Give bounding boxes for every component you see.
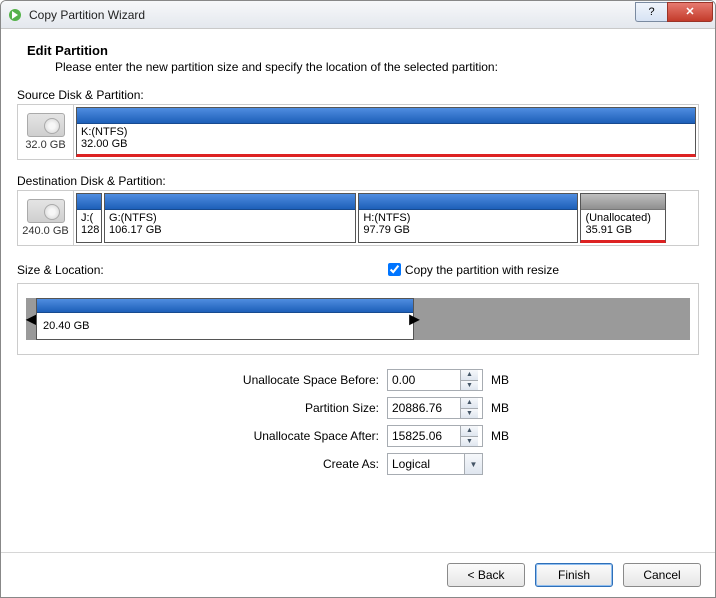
- hdd-icon: [27, 199, 65, 223]
- partition-size: 32.00 GB: [77, 138, 695, 152]
- copy-with-resize-checkbox[interactable]: [388, 263, 401, 276]
- app-icon: [7, 7, 23, 23]
- chevron-down-icon[interactable]: ▼: [464, 454, 482, 474]
- source-disk-size: 32.0 GB: [25, 139, 65, 151]
- destination-label: Destination Disk & Partition:: [17, 174, 699, 188]
- unalloc-before-spin[interactable]: ▲▼: [387, 369, 483, 391]
- source-disk-icon-cell: 32.0 GB: [18, 105, 74, 159]
- create-as-label: Create As:: [17, 457, 387, 471]
- stepper-down-icon[interactable]: ▼: [461, 437, 478, 447]
- source-disk-row: 32.0 GB K:(NTFS)32.00 GB: [17, 104, 699, 160]
- unalloc-before-input[interactable]: [388, 370, 460, 390]
- unalloc-before-label: Unallocate Space Before:: [17, 373, 387, 387]
- resize-handle-right[interactable]: ►: [408, 298, 420, 340]
- resize-filled-label: 20.40 GB: [43, 320, 89, 332]
- partition-size-input[interactable]: [388, 398, 460, 418]
- size-location-label: Size & Location:: [17, 263, 384, 277]
- stepper-up-icon[interactable]: ▲: [461, 370, 478, 381]
- help-icon: ?: [648, 6, 654, 18]
- chevron-right-icon: ►: [406, 309, 424, 330]
- source-label: Source Disk & Partition:: [17, 88, 699, 102]
- destination-disk-icon-cell: 240.0 GB: [18, 191, 74, 245]
- destination-disk-size: 240.0 GB: [22, 225, 68, 237]
- help-button[interactable]: ?: [635, 2, 667, 22]
- stepper-up-icon[interactable]: ▲: [461, 398, 478, 409]
- unalloc-after-input[interactable]: [388, 426, 460, 446]
- window-title: Copy Partition Wizard: [29, 8, 635, 22]
- footer: < Back Finish Cancel: [1, 552, 715, 597]
- partition-name: H:(NTFS): [359, 210, 577, 224]
- unalloc-after-spin[interactable]: ▲▼: [387, 425, 483, 447]
- content-area: Edit Partition Please enter the new part…: [1, 29, 715, 493]
- partition-size: 106.17 GB: [105, 224, 355, 238]
- partition-block[interactable]: H:(NTFS)97.79 GB: [358, 193, 578, 243]
- partition-name: K:(NTFS): [77, 124, 695, 138]
- partition-name: G:(NTFS): [105, 210, 355, 224]
- titlebar: Copy Partition Wizard ? ✕: [1, 1, 715, 29]
- partition-size-label: Partition Size:: [17, 401, 387, 415]
- partition-block[interactable]: K:(NTFS)32.00 GB: [76, 107, 696, 157]
- back-button[interactable]: < Back: [447, 563, 525, 587]
- page-subtitle: Please enter the new partition size and …: [55, 60, 699, 74]
- partition-size: 128: [77, 224, 101, 238]
- partition-name: J:(: [77, 210, 101, 224]
- partition-name: (Unallocated): [581, 210, 665, 224]
- source-partitions: K:(NTFS)32.00 GB: [74, 105, 698, 159]
- unit-label: MB: [491, 429, 509, 443]
- stepper-down-icon[interactable]: ▼: [461, 409, 478, 419]
- partition-size-spin[interactable]: ▲▼: [387, 397, 483, 419]
- resize-area: ◄ 20.40 GB ►: [17, 283, 699, 355]
- finish-button[interactable]: Finish: [535, 563, 613, 587]
- cancel-button[interactable]: Cancel: [623, 563, 701, 587]
- destination-disk-row: 240.0 GB J:(128G:(NTFS)106.17 GBH:(NTFS)…: [17, 190, 699, 246]
- partition-block[interactable]: G:(NTFS)106.17 GB: [104, 193, 356, 243]
- create-as-value: Logical: [388, 457, 464, 471]
- partition-block[interactable]: (Unallocated)35.91 GB: [580, 193, 666, 243]
- close-button[interactable]: ✕: [667, 2, 713, 22]
- partition-size: 35.91 GB: [581, 224, 665, 238]
- stepper-down-icon[interactable]: ▼: [461, 381, 478, 391]
- hdd-icon: [27, 113, 65, 137]
- create-as-combo[interactable]: Logical ▼: [387, 453, 483, 475]
- copy-with-resize-label: Copy the partition with resize: [405, 263, 559, 277]
- close-icon: ✕: [685, 5, 694, 18]
- page-title: Edit Partition: [27, 43, 699, 58]
- partition-size: 97.79 GB: [359, 224, 577, 238]
- stepper-up-icon[interactable]: ▲: [461, 426, 478, 437]
- form: Unallocate Space Before: ▲▼ MB Partition…: [17, 369, 699, 475]
- unalloc-after-label: Unallocate Space After:: [17, 429, 387, 443]
- unit-label: MB: [491, 401, 509, 415]
- resize-track[interactable]: ◄ 20.40 GB ►: [26, 298, 690, 340]
- destination-partitions: J:(128G:(NTFS)106.17 GBH:(NTFS)97.79 GB(…: [74, 191, 698, 245]
- partition-block[interactable]: J:(128: [76, 193, 102, 243]
- resize-filled-region[interactable]: 20.40 GB: [36, 298, 414, 340]
- unit-label: MB: [491, 373, 509, 387]
- copy-with-resize-wrapper[interactable]: Copy the partition with resize: [384, 260, 559, 279]
